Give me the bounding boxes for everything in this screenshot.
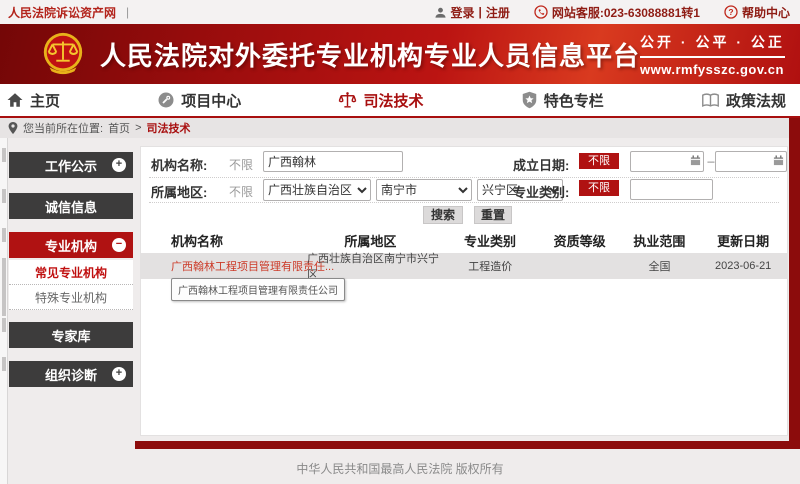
region-any-option[interactable]: 不限: [229, 183, 253, 200]
gutter-tick: [2, 189, 6, 203]
table-header-row: 机构名称 所属地区 专业类别 资质等级 执业范围 更新日期: [141, 227, 787, 253]
col-header-date: 更新日期: [699, 231, 787, 250]
calendar-icon[interactable]: [690, 155, 701, 166]
banner-slogan: 公开 · 公平 · 公正: [640, 32, 785, 58]
divider: [149, 202, 779, 203]
province-select[interactable]: 广西壮族自治区: [263, 179, 371, 201]
breadcrumb: 您当前所在位置: 首页 > 司法技术: [0, 118, 800, 138]
org-name-input[interactable]: [263, 151, 403, 172]
breadcrumb-current: 司法技术: [147, 120, 191, 136]
page: 人民法院诉讼资产网 | 登录 | 注册 网站客服:023-63088881转1 …: [0, 0, 800, 484]
col-header-scope: 执业范围: [620, 231, 700, 250]
col-header-category: 专业类别: [440, 231, 540, 250]
col-header-region: 所属地区: [301, 231, 441, 250]
table-row[interactable]: 广西翰林工程项目管理有限责任... 广西壮族自治区南宁市兴宁区 工程造价 全国 …: [141, 253, 787, 279]
org-name-tooltip: 广西翰林工程项目管理有限责任公司: [171, 278, 345, 301]
gutter-tick: [2, 148, 6, 162]
sidebar-gutter: [0, 138, 8, 484]
home-icon: [6, 91, 24, 109]
nav-item-judicial-tech[interactable]: 司法技术: [338, 90, 423, 111]
primary-nav: 主页 项目中心 司法技术 特色专栏 政策法规: [0, 84, 800, 118]
org-name-any-option[interactable]: 不限: [229, 156, 253, 173]
calendar-icon[interactable]: [773, 155, 784, 166]
court-emblem-logo: [40, 31, 86, 77]
badge-icon: [521, 91, 538, 109]
topbar-divider: |: [126, 5, 129, 19]
nav-item-project-center[interactable]: 项目中心: [157, 90, 241, 111]
cell-scope: 全国: [620, 258, 700, 274]
search-button[interactable]: 搜索: [423, 206, 463, 224]
date-to-field: [715, 151, 787, 172]
date-range-separator: ---: [707, 157, 714, 168]
founding-date-any-button[interactable]: 不限: [579, 153, 619, 169]
sidebar-item-work-publicity[interactable]: 工作公示 +: [9, 152, 133, 178]
site-banner: 人民法院对外委托专业机构专业人员信息平台 公开 · 公平 · 公正 www.rm…: [0, 24, 800, 84]
svg-text:?: ?: [728, 7, 733, 17]
gutter-tick: [2, 258, 6, 316]
scales-icon: [338, 91, 357, 110]
banner-url: www.rmfysszc.gov.cn: [640, 58, 785, 77]
sidebar-item-credit-info[interactable]: 诚信信息: [9, 193, 133, 219]
user-icon: [434, 6, 447, 19]
breadcrumb-separator: >: [135, 122, 141, 134]
register-link[interactable]: 注册: [486, 4, 510, 21]
expand-icon[interactable]: +: [112, 158, 126, 172]
date-from-field: [630, 151, 704, 172]
divider: [149, 177, 779, 178]
founding-date-label: 成立日期:: [513, 155, 569, 174]
platform-title: 人民法院对外委托专业机构专业人员信息平台: [100, 36, 640, 73]
cell-category: 工程造价: [440, 258, 540, 274]
right-red-strip: [789, 118, 800, 449]
sidebar-item-professional-orgs[interactable]: 专业机构 −: [9, 232, 133, 258]
sidebar-item-org-diagnosis[interactable]: 组织诊断 +: [9, 361, 133, 387]
cell-date: 2023-06-21: [699, 260, 787, 272]
col-header-org-name: 机构名称: [141, 231, 301, 250]
gutter-tick: [2, 228, 6, 242]
search-result-panel: 机构名称: 不限 成立日期: 不限 --- 所属地区: 不限 广西壮族自治区 南…: [140, 146, 788, 436]
top-utility-bar: 人民法院诉讼资产网 | 登录 | 注册 网站客服:023-63088881转1 …: [0, 0, 800, 24]
breadcrumb-home[interactable]: 首页: [108, 120, 130, 136]
org-name-label: 机构名称:: [151, 155, 207, 174]
nav-item-policy[interactable]: 政策法规: [701, 90, 786, 111]
nav-item-special-column[interactable]: 特色专栏: [521, 90, 604, 111]
gutter-tick: [2, 357, 6, 371]
col-header-grade: 资质等级: [540, 231, 620, 250]
category-any-button[interactable]: 不限: [579, 180, 619, 196]
nav-item-home[interactable]: 主页: [6, 90, 60, 111]
category-input[interactable]: [630, 179, 713, 200]
bottom-red-strip: [135, 441, 800, 449]
sidebar-item-common-orgs[interactable]: 常见专业机构: [9, 260, 133, 285]
gutter-tick: [2, 318, 6, 332]
content-area: 工作公示 + 诚信信息 专业机构 − 常见专业机构 特殊专业机构 专家库 组织诊…: [0, 138, 800, 484]
sidebar-item-special-orgs[interactable]: 特殊专业机构: [9, 285, 133, 310]
breadcrumb-prefix: 您当前所在位置:: [23, 120, 103, 136]
category-label: 专业类别:: [513, 182, 569, 201]
login-register-divider: |: [479, 5, 482, 19]
copyright-footer: 中华人民共和国最高人民法院 版权所有: [0, 460, 800, 477]
region-label: 所属地区:: [151, 182, 207, 201]
book-icon: [701, 92, 720, 109]
sidebar-item-expert-library[interactable]: 专家库: [9, 322, 133, 348]
service-hotline[interactable]: 网站客服:023-63088881转1: [552, 4, 700, 21]
project-icon: [157, 91, 175, 109]
collapse-icon[interactable]: −: [112, 238, 126, 252]
help-center-link[interactable]: 帮助中心: [742, 4, 790, 21]
expand-icon[interactable]: +: [112, 367, 126, 381]
phone-icon: [534, 5, 548, 19]
city-select[interactable]: 南宁市: [376, 179, 472, 201]
login-link[interactable]: 登录: [451, 4, 475, 21]
help-icon: ?: [724, 5, 738, 19]
site-name-link[interactable]: 人民法院诉讼资产网: [8, 4, 116, 21]
location-pin-icon: [8, 122, 18, 134]
reset-button[interactable]: 重置: [474, 206, 512, 224]
